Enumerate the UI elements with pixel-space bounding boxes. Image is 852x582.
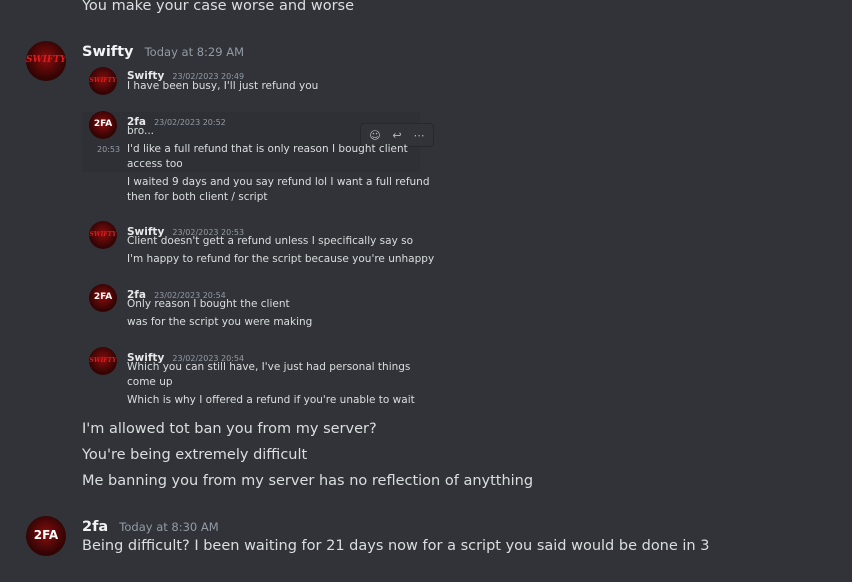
quoted-text: come up xyxy=(127,376,173,388)
avatar: SWIFTY xyxy=(89,67,117,95)
reply-icon[interactable]: ↩ xyxy=(389,129,405,142)
avatar: 2FA xyxy=(89,284,117,312)
avatar-logo: 2FA xyxy=(33,528,59,542)
message-text: You're being extremely difficult xyxy=(82,447,308,463)
username[interactable]: Swifty xyxy=(82,44,134,60)
quoted-text: Which is why I offered a refund if you'r… xyxy=(127,394,415,406)
add-reaction-icon[interactable]: ☺ xyxy=(367,129,383,142)
message-text: Me banning you from my server has no ref… xyxy=(82,473,534,489)
quoted-text: Client doesn't gett a refund unless I sp… xyxy=(127,235,414,247)
avatar[interactable]: SWIFTY xyxy=(26,41,66,81)
timestamp: Today at 8:29 AM xyxy=(144,45,245,59)
quoted-text: bro... xyxy=(127,125,155,137)
message-text: You make your case worse and worse xyxy=(82,0,355,14)
message-text: I'm allowed tot ban you from my server? xyxy=(82,421,377,437)
username[interactable]: 2fa xyxy=(82,519,108,535)
timestamp: Today at 8:30 AM xyxy=(119,520,219,534)
quoted-text: Which you can still have, I've just had … xyxy=(127,361,411,373)
quoted-text: Only reason I bought the client xyxy=(127,298,290,310)
avatar: 2FA xyxy=(89,111,117,139)
inline-timestamp: 20:53 xyxy=(97,145,121,154)
avatar[interactable]: 2FA xyxy=(26,516,66,556)
more-icon[interactable]: ⋯ xyxy=(411,129,427,142)
avatar: SWIFTY xyxy=(89,221,117,249)
quoted-text: access too xyxy=(127,158,183,170)
quoted-text: then for both client / script xyxy=(127,191,268,203)
quoted-text: was for the script you were making xyxy=(127,316,313,328)
avatar-logo: SWIFTY xyxy=(26,55,66,65)
quoted-text: I'm happy to refund for the script becau… xyxy=(127,253,435,265)
avatar: SWIFTY xyxy=(89,347,117,375)
quoted-text: I have been busy, I'll just refund you xyxy=(127,80,319,92)
quoted-text: I waited 9 days and you say refund lol I… xyxy=(127,176,430,188)
quoted-timestamp: 23/02/2023 20:52 xyxy=(154,118,226,127)
message-text: Being difficult? I been waiting for 21 d… xyxy=(82,538,710,554)
quoted-text: I'd like a full refund that is only reas… xyxy=(127,143,408,155)
